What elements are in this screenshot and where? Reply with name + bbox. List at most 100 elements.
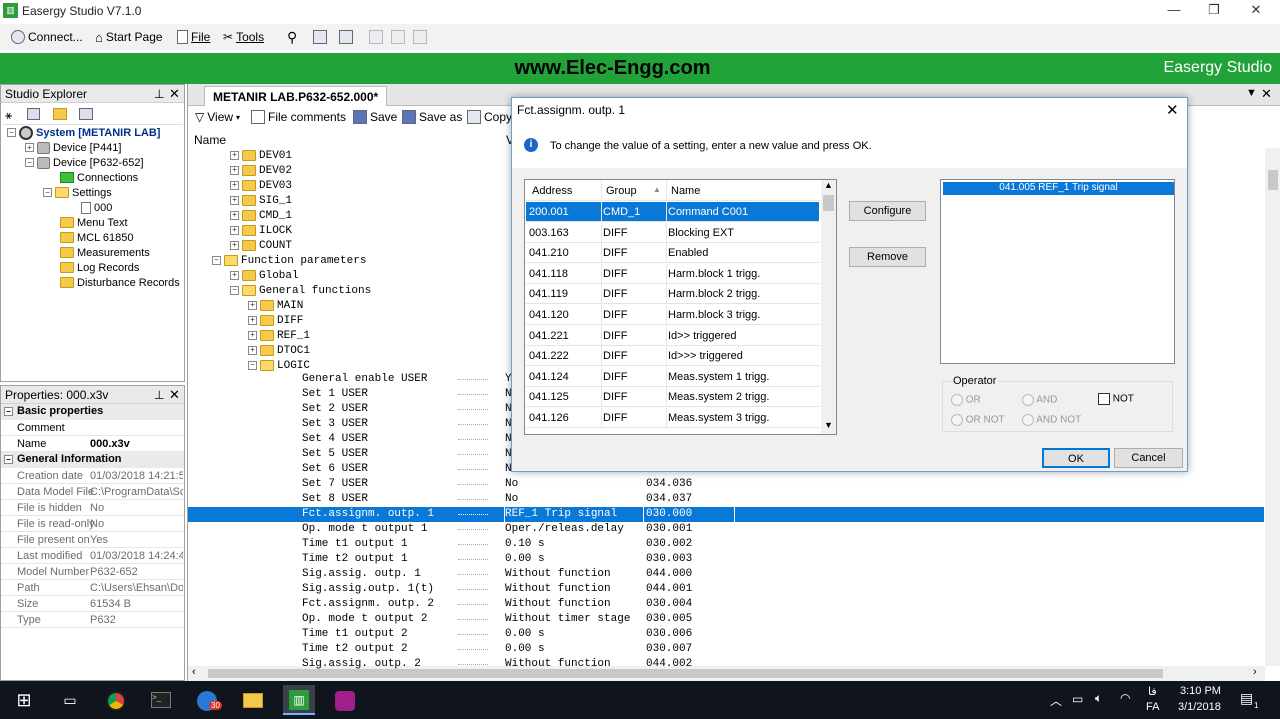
table-row[interactable]: Set 7 USER No 034.036	[188, 477, 1264, 492]
search-icon[interactable]: ⚲	[284, 28, 300, 46]
connect-button[interactable]: Connect...	[8, 28, 86, 46]
table-row[interactable]: Sig.assig. outp. 1 Without function 044.00…	[188, 567, 1264, 582]
tree-measurements[interactable]: Measurements	[77, 247, 150, 259]
language-native[interactable]: فا	[1148, 685, 1157, 698]
col-group[interactable]: Group	[606, 185, 637, 197]
setting-value[interactable]: 0.00 s	[505, 628, 545, 640]
close-icon[interactable]: ✕	[169, 86, 180, 102]
setting-value[interactable]: Without function	[505, 598, 611, 610]
notification-icon[interactable]: ▤	[1240, 690, 1253, 707]
print-icon[interactable]	[388, 28, 408, 46]
vertical-scrollbar[interactable]	[1265, 148, 1280, 666]
doc-tree-item[interactable]: + ILOCK	[230, 223, 292, 238]
doc-tree-item[interactable]: + DIFF	[248, 313, 303, 328]
signal-row[interactable]: 041.221 DIFF Id>> triggered	[526, 325, 819, 346]
tree-mcl-61850[interactable]: MCL 61850	[77, 232, 133, 244]
setting-value[interactable]: Without function	[505, 583, 611, 595]
signal-row[interactable]: 041.118 DIFF Harm.block 1 trigg.	[526, 263, 819, 284]
pin-icon[interactable]: ⊥	[154, 388, 164, 402]
tree-file-000[interactable]: 000	[94, 202, 112, 214]
task-view-icon[interactable]: ▭	[54, 685, 86, 715]
expand-toggle-icon[interactable]: −	[230, 286, 239, 295]
setting-value[interactable]: Oper./releas.delay	[505, 523, 624, 535]
op-or[interactable]: OR	[951, 394, 981, 406]
clock-date[interactable]: 3/1/2018	[1178, 701, 1221, 713]
folder-icon[interactable]	[53, 108, 67, 120]
remove-button[interactable]: Remove	[849, 247, 926, 267]
dialog-close-icon[interactable]: ✕	[1166, 101, 1179, 119]
signal-row[interactable]: 041.222 DIFF Id>>> triggered	[526, 346, 819, 367]
doc-tree-item[interactable]: + MAIN	[248, 298, 303, 313]
expand-toggle-icon[interactable]: +	[230, 271, 239, 280]
toolbar-icon-2[interactable]	[336, 28, 356, 46]
table-row[interactable]: Time t2 output 2 0.00 s 030.007	[188, 642, 1264, 657]
expand-toggle-icon[interactable]: +	[230, 241, 239, 250]
op-and-not[interactable]: AND NOT	[1022, 414, 1081, 426]
expand-toggle-icon[interactable]: +	[230, 181, 239, 190]
list-scrollbar[interactable]: ▲ ▼	[821, 180, 836, 434]
doc-tree-item[interactable]: + CMD_1	[230, 208, 292, 223]
tree-system[interactable]: System [METANIR LAB]	[36, 127, 160, 139]
doc-tree-item[interactable]: − General functions	[230, 283, 371, 298]
minimize-button[interactable]: —	[1154, 2, 1194, 20]
windows-start-icon[interactable]: ⊞	[8, 685, 40, 715]
tree-disturbance-records[interactable]: Disturbance Records	[77, 277, 180, 289]
doc-tree-item[interactable]: + Global	[230, 268, 299, 283]
app-badge-icon[interactable]: 30	[191, 685, 223, 715]
table-row[interactable]: Sig.assig. outp. 2 Without function 044.00…	[188, 657, 1264, 672]
expand-toggle-icon[interactable]: −	[248, 361, 257, 370]
op-not-checkbox[interactable]: NOT	[1098, 393, 1134, 405]
close-tab-icon[interactable]: ✕	[1261, 86, 1272, 102]
expand-toggle-icon[interactable]: +	[230, 151, 239, 160]
signal-list[interactable]: Address Group ▲ Name 200.001 CMD_1 Command…	[524, 179, 837, 435]
language-indicator[interactable]: FA	[1146, 701, 1159, 713]
save-as-button[interactable]: Save as	[399, 108, 465, 126]
doc-tree-item[interactable]: + REF_1	[248, 328, 310, 343]
tab-document[interactable]: METANIR LAB.P632-652.000*	[204, 86, 388, 106]
doc-tree-item[interactable]: − LOGIC	[248, 358, 310, 373]
expand-toggle-icon[interactable]: +	[230, 211, 239, 220]
setting-value[interactable]: 0.00 s	[505, 643, 545, 655]
tools-menu[interactable]: ✂ Tools	[220, 28, 267, 46]
table-row[interactable]: Op. mode t output 1 Oper./releas.delay 030…	[188, 522, 1264, 537]
basic-properties-section[interactable]: − Basic properties	[1, 404, 184, 420]
tab-list-icon[interactable]: ▼	[1246, 87, 1257, 99]
setting-value[interactable]: Without timer stage	[505, 613, 630, 625]
tree-menu-text[interactable]: Menu Text	[77, 217, 128, 229]
volume-icon[interactable]: 🔈︎	[1095, 691, 1102, 706]
chevron-up-icon[interactable]: ︿	[1050, 692, 1062, 709]
doc-tree-item[interactable]: + DEV01	[230, 148, 292, 163]
signal-row[interactable]: 041.119 DIFF Harm.block 2 trigg.	[526, 284, 819, 305]
setting-value[interactable]: Without function	[505, 658, 611, 670]
setting-value[interactable]: 0.00 s	[505, 553, 545, 565]
expand-toggle-icon[interactable]: +	[248, 331, 257, 340]
table-row[interactable]: Time t1 output 2 0.00 s 030.006	[188, 627, 1264, 642]
signal-row[interactable]: 041.124 DIFF Meas.system 1 trigg.	[526, 366, 819, 387]
expand-toggle-icon[interactable]: +	[230, 196, 239, 205]
expand-toggle-icon[interactable]: +	[230, 166, 239, 175]
file-comments-button[interactable]: File comments	[248, 108, 349, 126]
table-row[interactable]: Time t1 output 1 0.10 s 030.002	[188, 537, 1264, 552]
tree-device-p441[interactable]: Device [P441]	[53, 142, 121, 154]
signal-row[interactable]: 200.001 CMD_1 Command C001	[526, 202, 819, 222]
doc-tree-item[interactable]: + DTOC1	[248, 343, 310, 358]
chrome-icon[interactable]	[100, 685, 132, 715]
op-and[interactable]: AND	[1022, 394, 1057, 406]
setting-value[interactable]: No	[505, 478, 518, 490]
terminal-icon[interactable]: >_	[145, 685, 177, 715]
selected-list[interactable]: 041.005 REF_1 Trip signal	[940, 179, 1175, 364]
copy-icon[interactable]	[27, 108, 40, 120]
signal-row[interactable]: 041.210 DIFF Enabled	[526, 243, 819, 264]
close-button[interactable]: ✕	[1236, 2, 1276, 20]
toolbar-icon-3[interactable]	[366, 28, 386, 46]
configure-button[interactable]: Configure	[849, 201, 926, 221]
copy-button[interactable]: Copy	[464, 108, 515, 126]
cancel-button[interactable]: Cancel	[1114, 448, 1183, 468]
doc-tree-item[interactable]: + DEV02	[230, 163, 292, 178]
setting-value[interactable]: Without function	[505, 568, 611, 580]
table-row[interactable]: Op. mode t output 2 Without timer stage 03…	[188, 612, 1264, 627]
op-or-not[interactable]: OR NOT	[951, 414, 1005, 426]
easergy-taskbar-icon[interactable]: ▥	[283, 685, 315, 715]
signal-row[interactable]: 041.120 DIFF Harm.block 3 trigg.	[526, 305, 819, 325]
battery-icon[interactable]: ▭	[1072, 692, 1083, 706]
